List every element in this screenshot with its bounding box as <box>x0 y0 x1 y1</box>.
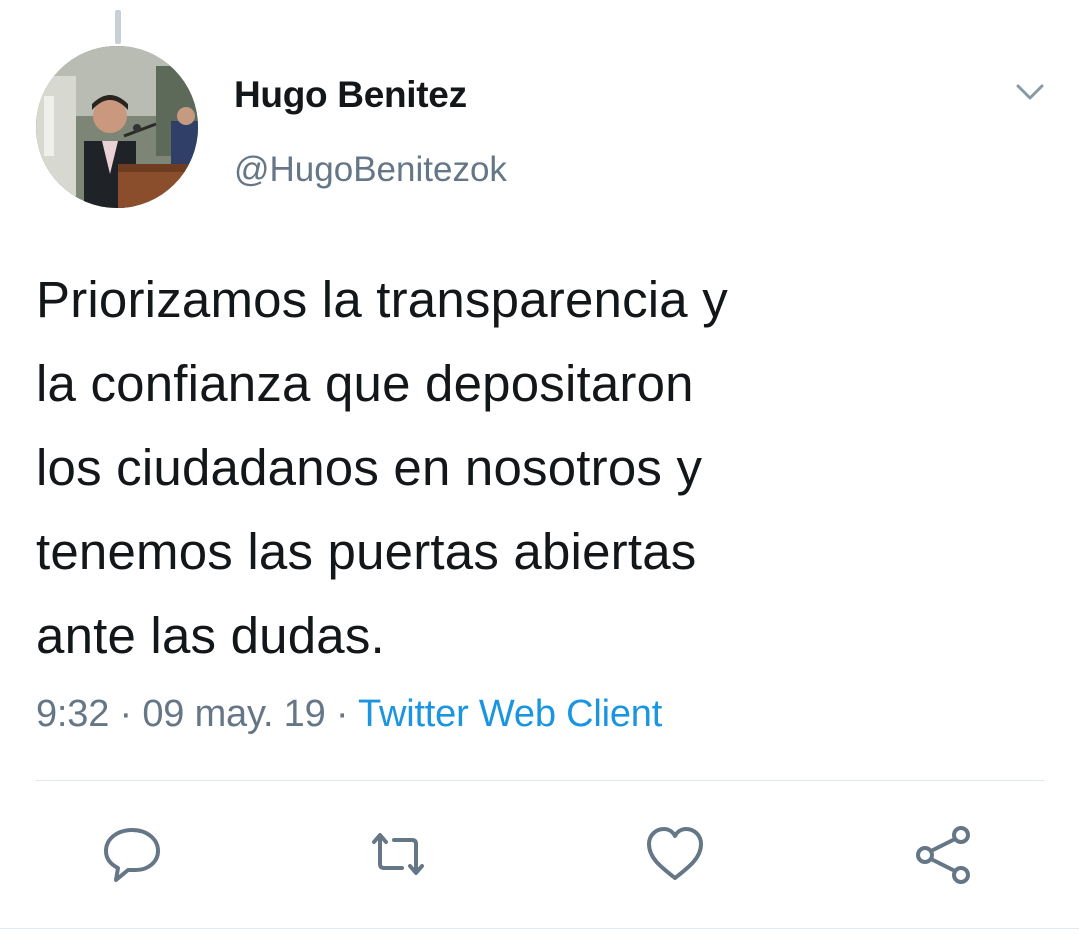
tweet-text: Priorizamos la transparencia y la confia… <box>36 258 1046 678</box>
avatar[interactable] <box>36 46 198 208</box>
retweet-button[interactable] <box>366 822 430 886</box>
like-button[interactable] <box>643 822 707 886</box>
tweet-text-line: los ciudadanos en nosotros y <box>36 439 703 496</box>
tweet-text-line: la confianza que depositaron <box>36 355 694 412</box>
tweet-source-link[interactable]: Twitter Web Client <box>358 693 662 735</box>
thread-connector-line <box>115 10 121 44</box>
meta-separator: · <box>335 693 349 735</box>
speech-bubble-icon <box>104 828 160 882</box>
author-handle[interactable]: @HugoBenitezok <box>234 150 507 190</box>
tweet-time[interactable]: 9:32 <box>36 693 109 735</box>
share-nodes-icon <box>916 826 970 884</box>
tweet-meta: 9:32 · 09 may. 19 · Twitter Web Client <box>36 693 662 736</box>
share-button[interactable] <box>911 822 975 886</box>
reply-button[interactable] <box>100 822 164 886</box>
chevron-down-icon <box>1016 84 1044 100</box>
divider <box>36 780 1044 781</box>
tweet-text-line: ante las dudas. <box>36 607 385 664</box>
tweet-menu-button[interactable] <box>1008 78 1052 108</box>
heart-icon <box>647 827 703 880</box>
tweet-text-line: Priorizamos la transparencia y <box>36 271 728 328</box>
tweet-text-line: tenemos las puertas abiertas <box>36 523 697 580</box>
bottom-border <box>0 928 1079 929</box>
tweet-date[interactable]: 09 may. 19 <box>142 693 325 735</box>
retweet-arrows-icon <box>372 833 424 875</box>
avatar-photo <box>36 46 198 208</box>
author-display-name[interactable]: Hugo Benitez <box>234 74 467 116</box>
meta-separator: · <box>119 693 133 735</box>
